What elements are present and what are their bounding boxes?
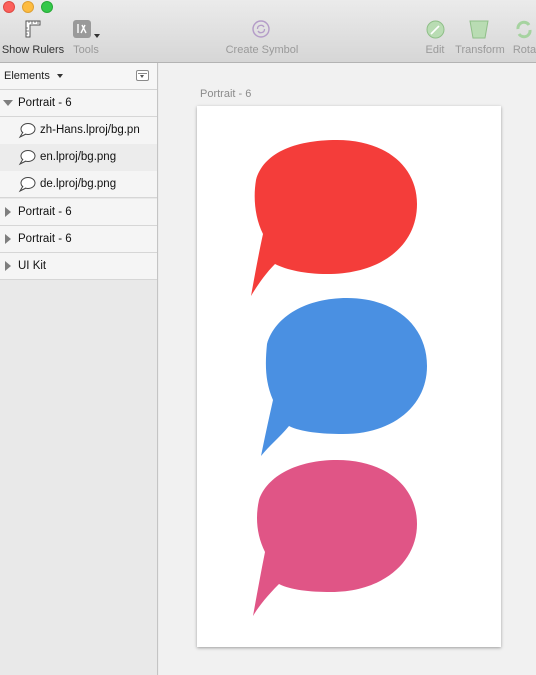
transform-icon (469, 20, 489, 39)
layer-group-row[interactable]: UI Kit (0, 253, 157, 280)
disclosure-open-icon[interactable] (3, 100, 13, 106)
edit-button[interactable]: Edit (418, 20, 452, 60)
sidebar-header: Elements (0, 63, 157, 90)
layer-group-row[interactable]: Portrait - 6 (0, 90, 157, 117)
speech-bubble-icon (18, 177, 36, 193)
canvas[interactable]: Portrait - 6 (159, 63, 536, 675)
blue-speech-bubble[interactable] (261, 298, 427, 456)
tools-dropdown-caret-icon (94, 34, 100, 38)
minimize-window-button[interactable] (22, 1, 34, 13)
edit-label: Edit (425, 44, 445, 56)
tools-button[interactable]: Tools (64, 20, 108, 60)
create-symbol-label: Create Symbol (225, 44, 299, 56)
layer-label: en.lproj/bg.png (40, 151, 117, 163)
speech-bubble-icon (18, 150, 36, 166)
ruler-icon (25, 20, 41, 38)
disclosure-closed-icon[interactable] (5, 234, 11, 244)
layer-row[interactable]: en.lproj/bg.png (0, 144, 157, 171)
layer-group-row[interactable]: Portrait - 6 (0, 226, 157, 253)
layer-group-row[interactable]: Portrait - 6 (0, 199, 157, 226)
tools-label: Tools (73, 44, 99, 56)
layer-group-label: Portrait - 6 (18, 206, 72, 218)
layer-group-label: Portrait - 6 (18, 233, 72, 245)
transform-button[interactable]: Transform (452, 20, 508, 60)
maximize-window-button[interactable] (41, 1, 53, 13)
elements-dropdown[interactable]: Elements (4, 70, 50, 82)
layers-sidebar: Elements Portrait - 6 zh-Hans.lproj/bg.p… (0, 63, 158, 675)
red-speech-bubble[interactable] (251, 140, 417, 296)
rotate-icon (516, 20, 532, 39)
speech-bubble-icon (18, 123, 36, 139)
show-rulers-button[interactable]: Show Rulers (0, 20, 66, 60)
toolbar: Show Rulers Tools Create Symbol Edit Tra… (0, 0, 536, 63)
layer-label: de.lproj/bg.png (40, 178, 117, 190)
layer-label: zh-Hans.lproj/bg.pn (40, 124, 140, 136)
show-rulers-label: Show Rulers (1, 44, 65, 56)
layer-group-label: Portrait - 6 (18, 97, 72, 109)
tools-icon (73, 20, 91, 38)
artboard-title[interactable]: Portrait - 6 (200, 88, 251, 100)
rotate-button[interactable]: Rotat (506, 20, 536, 60)
disclosure-closed-icon[interactable] (5, 261, 11, 271)
rotate-label: Rotat (512, 44, 536, 56)
collapse-all-icon[interactable] (136, 70, 149, 81)
close-window-button[interactable] (3, 1, 15, 13)
layer-group-label: UI Kit (18, 260, 47, 272)
pink-speech-bubble[interactable] (253, 460, 417, 616)
layer-row[interactable]: de.lproj/bg.png (0, 171, 157, 198)
artboard[interactable] (197, 106, 501, 647)
create-symbol-button[interactable]: Create Symbol (216, 20, 308, 60)
elements-dropdown-caret-icon[interactable] (57, 74, 63, 78)
disclosure-closed-icon[interactable] (5, 207, 11, 217)
edit-icon (426, 20, 445, 39)
layer-row[interactable]: zh-Hans.lproj/bg.pn (0, 117, 157, 144)
symbol-icon (252, 20, 270, 38)
transform-label: Transform (455, 44, 505, 56)
